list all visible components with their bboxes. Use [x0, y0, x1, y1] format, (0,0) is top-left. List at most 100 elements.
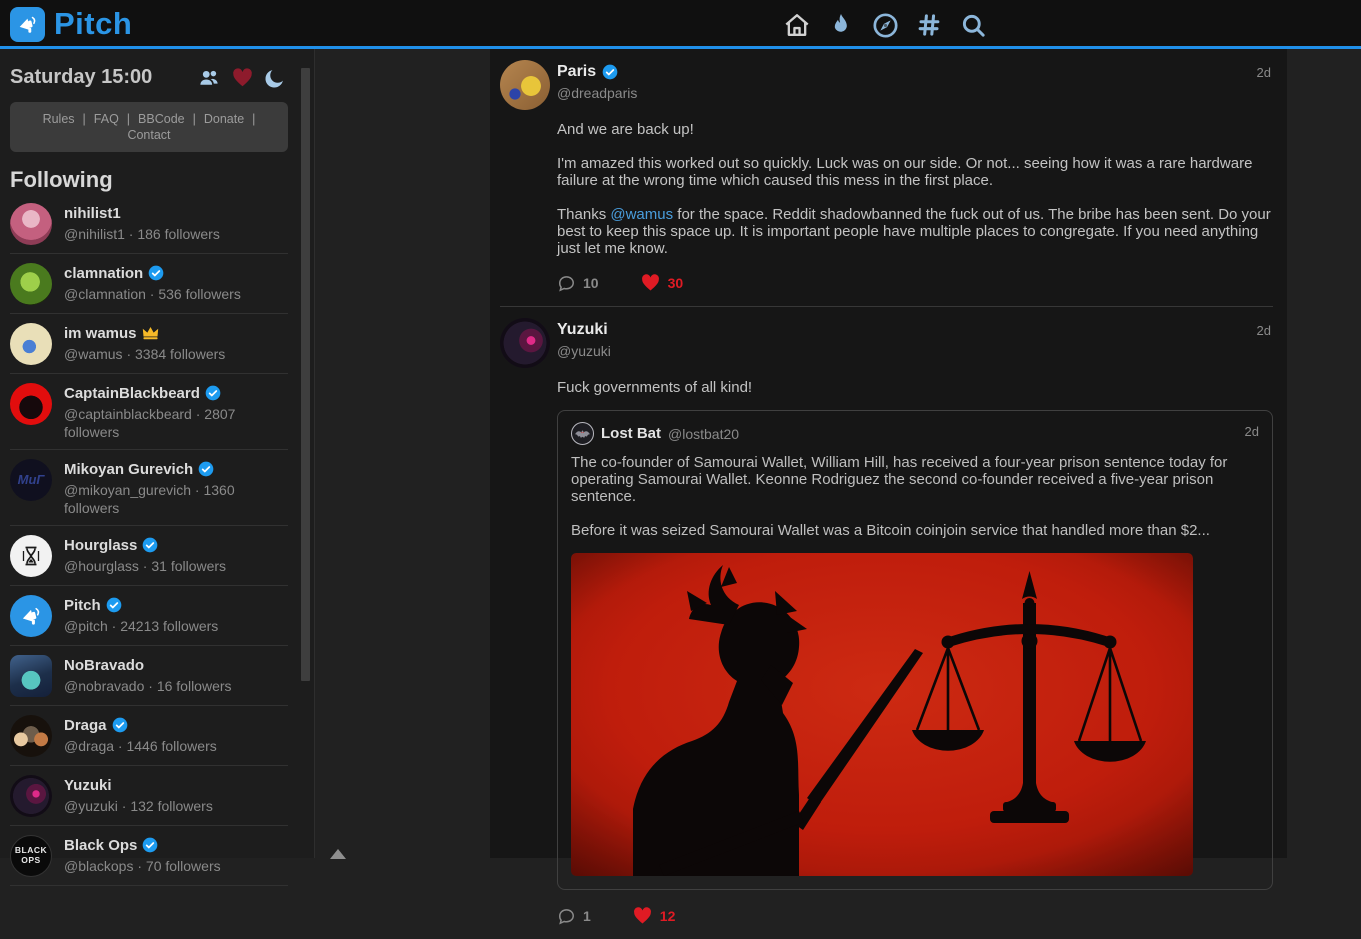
user-avatar[interactable] [10, 535, 52, 577]
user-avatar[interactable] [10, 263, 52, 305]
user-handle: @mikoyan_gurevich · 1360 followers [64, 481, 288, 517]
following-user-row[interactable]: МиГ Mikoyan Gurevich @mikoyan_gurevich · 1… [10, 450, 288, 526]
link-contact[interactable]: Contact [127, 127, 170, 143]
compass-icon[interactable] [871, 11, 899, 39]
avatar-text: МиГ [18, 472, 45, 487]
megaphone-icon [19, 604, 43, 628]
user-name[interactable]: Draga [64, 716, 107, 735]
reply-icon [557, 274, 576, 293]
app-title[interactable]: Pitch [54, 6, 132, 42]
user-handle: @pitch · 24213 followers [64, 617, 218, 635]
following-user-row[interactable]: Hourglass @hourglass · 31 followers [10, 526, 288, 586]
user-name[interactable]: clamnation [64, 264, 143, 283]
post-timestamp: 2d [1257, 323, 1271, 338]
link-faq[interactable]: FAQ [94, 111, 119, 127]
quoted-author[interactable]: Lost Bat [601, 425, 661, 442]
like-icon [632, 906, 653, 926]
like-button[interactable]: 30 [640, 273, 684, 293]
following-user-row[interactable]: CaptainBlackbeard@captainblackbeard · 28… [10, 374, 288, 450]
quoted-image[interactable] [571, 553, 1193, 876]
sidebar-scrollbar-thumb[interactable] [301, 68, 310, 681]
users-icon[interactable] [197, 67, 221, 89]
user-handle: @yuzuki · 132 followers [64, 797, 213, 815]
user-name[interactable]: Mikoyan Gurevich [64, 460, 193, 479]
reply-count: 1 [583, 908, 591, 924]
user-name[interactable]: CaptainBlackbeard [64, 384, 200, 403]
verified-badge-icon [148, 265, 164, 281]
verified-badge-icon [112, 717, 128, 733]
post-author[interactable]: Yuzuki [557, 321, 608, 339]
post-handle[interactable]: @dreadparis [557, 85, 637, 101]
link-separator: | [83, 111, 86, 127]
sidebar-heading: Saturday 15:00 [10, 66, 197, 89]
user-avatar[interactable]: BLACK OPS [10, 835, 52, 877]
link-separator: | [127, 111, 130, 127]
mention-wamus[interactable]: @wamus [610, 206, 673, 223]
following-user-row[interactable]: Pitch @pitch · 24213 followers [10, 586, 288, 646]
user-name[interactable]: nihilist1 [64, 204, 121, 223]
following-user-row[interactable]: BLACK OPSBlack Ops@blackops · 70 followe… [10, 826, 288, 886]
user-avatar[interactable] [10, 775, 52, 817]
user-avatar[interactable] [10, 595, 52, 637]
link-donate[interactable]: Donate [204, 111, 244, 127]
user-handle: @draga · 1446 followers [64, 737, 217, 755]
like-icon [640, 273, 661, 293]
user-avatar[interactable] [10, 323, 52, 365]
quoted-handle[interactable]: @lostbat20 [668, 426, 739, 442]
verified-badge-icon [198, 461, 214, 477]
user-name[interactable]: NoBravado [64, 656, 144, 675]
following-user-row[interactable]: Yuzuki @yuzuki · 132 followers [10, 766, 288, 826]
quoted-post[interactable]: 2d Lost Bat @lostbat20 The co-founder of… [557, 410, 1273, 890]
sidebar-links-box: Rules | FAQ | BBCode | Donate | Contact [10, 102, 288, 152]
user-avatar[interactable] [10, 655, 52, 697]
moon-icon[interactable] [264, 67, 286, 89]
user-name[interactable]: Hourglass [64, 536, 137, 555]
user-handle: @nobravado · 16 followers [64, 677, 232, 695]
following-user-row[interactable]: clamnation@clamnation · 536 followers [10, 254, 288, 314]
user-avatar[interactable] [10, 715, 52, 757]
avatar-text: BLACK OPS [15, 846, 47, 866]
link-separator: | [252, 111, 255, 127]
link-rules[interactable]: Rules [43, 111, 75, 127]
reply-button[interactable]: 10 [557, 274, 599, 293]
following-user-row[interactable]: nihilist1 @nihilist1 · 186 followers [10, 194, 288, 254]
following-section-title: Following [10, 167, 288, 193]
hourglass-icon [19, 543, 43, 569]
reply-button[interactable]: 1 [557, 907, 591, 926]
following-user-row[interactable]: im wamus@wamus · 3384 followers [10, 314, 288, 374]
verified-badge-icon [205, 385, 221, 401]
avatar[interactable] [500, 60, 550, 110]
post-handle[interactable]: @yuzuki [557, 343, 611, 359]
heart-icon[interactable] [231, 67, 254, 89]
hashtag-icon[interactable] [915, 11, 943, 39]
avatar[interactable] [500, 318, 550, 368]
following-user-row[interactable]: NoBravado @nobravado · 16 followers [10, 646, 288, 706]
home-icon[interactable] [783, 11, 811, 39]
user-handle: @nihilist1 · 186 followers [64, 225, 220, 243]
timeline-feed: 2d Paris @dreadparis And we are back up!… [490, 49, 1287, 858]
user-handle: @hourglass · 31 followers [64, 557, 226, 575]
post-paris[interactable]: 2d Paris @dreadparis And we are back up!… [490, 49, 1287, 306]
bat-avatar[interactable] [571, 422, 594, 445]
search-icon[interactable] [959, 11, 987, 39]
user-name[interactable]: Black Ops [64, 836, 137, 855]
user-name[interactable]: im wamus [64, 324, 137, 343]
user-avatar[interactable]: МиГ [10, 459, 52, 501]
user-avatar[interactable] [10, 203, 52, 245]
like-button[interactable]: 12 [632, 906, 676, 926]
user-avatar[interactable] [10, 383, 52, 425]
verified-badge-icon [106, 597, 122, 613]
app-logo[interactable]: Pitch [10, 6, 132, 42]
like-count: 30 [668, 275, 684, 291]
user-name[interactable]: Pitch [64, 596, 101, 615]
reply-icon [557, 907, 576, 926]
link-bbcode[interactable]: BBCode [138, 111, 185, 127]
user-name[interactable]: Yuzuki [64, 776, 112, 795]
post-author[interactable]: Paris [557, 63, 596, 81]
following-user-row[interactable]: Draga @draga · 1446 followers [10, 706, 288, 766]
post-yuzuki[interactable]: 2d Yuzuki @yuzuki Fuck governments of al… [490, 307, 1287, 939]
post-timestamp: 2d [1257, 65, 1271, 80]
megaphone-icon [10, 7, 45, 42]
flame-icon[interactable] [827, 11, 855, 39]
post-text: And we are back up! I'm amazed this work… [557, 121, 1271, 257]
